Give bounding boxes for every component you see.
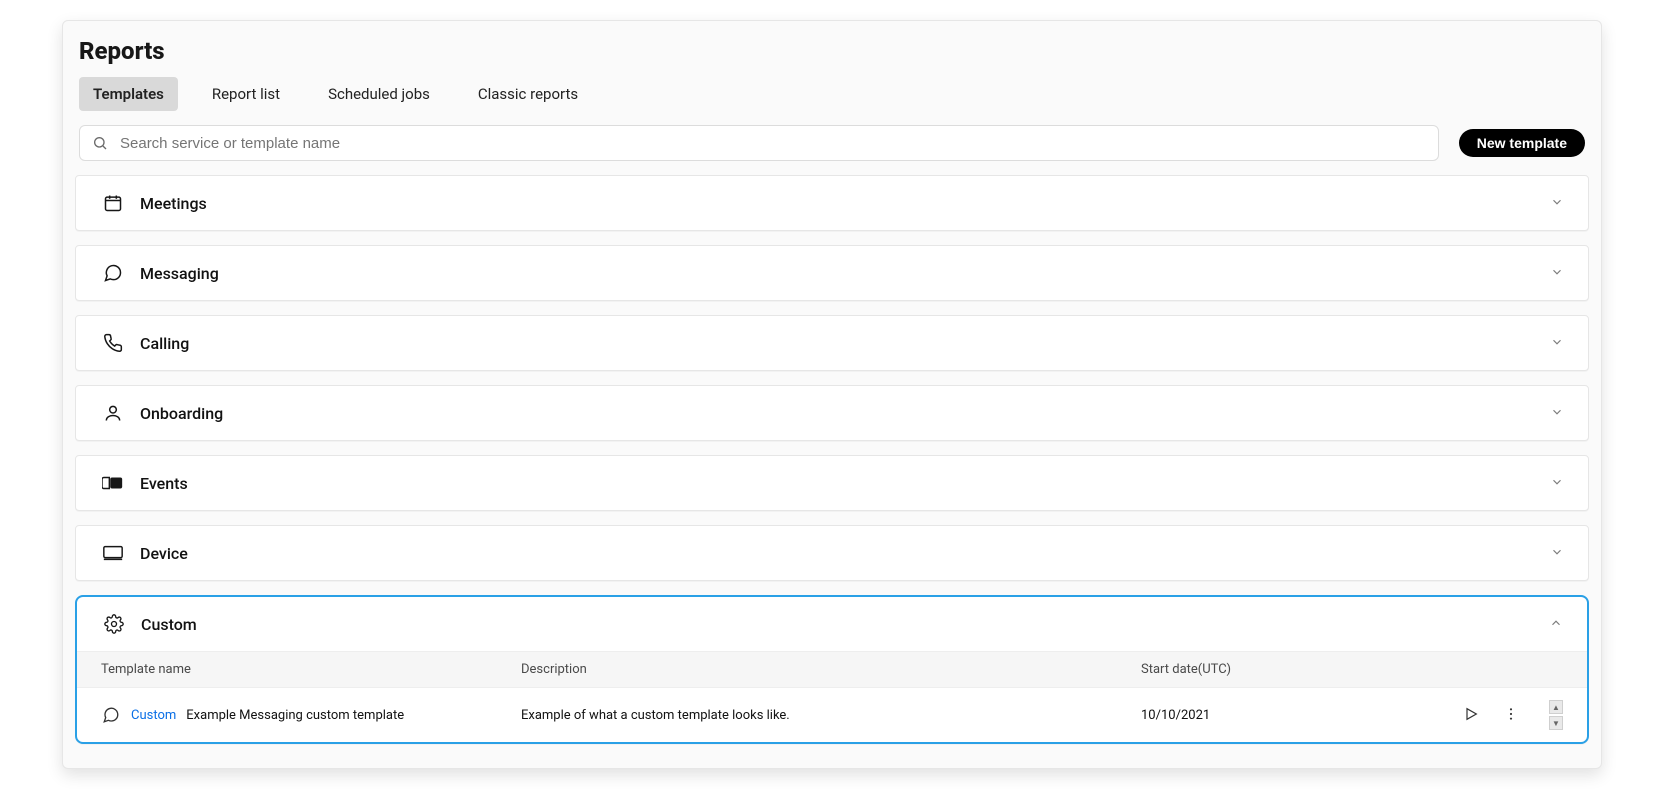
chevron-down-icon — [1550, 544, 1564, 563]
group-label: Custom — [141, 615, 1549, 634]
chevron-down-icon — [1550, 264, 1564, 283]
tab-templates[interactable]: Templates — [79, 77, 178, 111]
group-custom: Custom Template name Description Start d… — [75, 595, 1589, 744]
column-header-description: Description — [521, 662, 1141, 677]
table-row: Custom Example Messaging custom template… — [77, 687, 1587, 742]
group-meetings: Meetings — [75, 175, 1589, 231]
play-icon — [1463, 706, 1479, 722]
gear-icon — [101, 611, 127, 637]
group-label: Events — [140, 474, 1550, 493]
group-label: Calling — [140, 334, 1550, 353]
header: Reports Templates Report list Scheduled … — [63, 21, 1601, 111]
group-header-onboarding[interactable]: Onboarding — [76, 386, 1588, 440]
more-vertical-icon — [1503, 706, 1519, 722]
group-onboarding: Onboarding — [75, 385, 1589, 441]
tabs: Templates Report list Scheduled jobs Cla… — [79, 77, 1585, 111]
toolbar: New template — [63, 125, 1601, 175]
search-icon — [92, 135, 108, 151]
group-header-calling[interactable]: Calling — [76, 316, 1588, 370]
ticket-icon — [100, 470, 126, 496]
search-field[interactable] — [79, 125, 1439, 161]
phone-icon — [100, 330, 126, 356]
device-icon — [100, 540, 126, 566]
chat-icon — [100, 260, 126, 286]
tab-scheduled-jobs[interactable]: Scheduled jobs — [314, 77, 444, 111]
chevron-down-icon — [1550, 194, 1564, 213]
group-header-device[interactable]: Device — [76, 526, 1588, 580]
tab-classic-reports[interactable]: Classic reports — [464, 77, 592, 111]
new-template-button[interactable]: New template — [1459, 129, 1585, 157]
template-groups: Meetings Messaging — [63, 175, 1601, 768]
cell-template-name: Custom Example Messaging custom template — [101, 705, 521, 725]
group-messaging: Messaging — [75, 245, 1589, 301]
column-header-date: Start date(UTC) — [1141, 662, 1453, 677]
group-calling: Calling — [75, 315, 1589, 371]
cell-description: Example of what a custom template looks … — [521, 708, 1141, 723]
search-input[interactable] — [118, 134, 1426, 153]
scroll-down-button[interactable]: ▼ — [1549, 716, 1563, 730]
group-header-meetings[interactable]: Meetings — [76, 176, 1588, 230]
custom-table-header: Template name Description Start date(UTC… — [77, 651, 1587, 687]
calendar-icon — [100, 190, 126, 216]
row-actions: ▲ ▼ — [1453, 700, 1563, 730]
template-name-text: Example Messaging custom template — [186, 708, 404, 723]
cell-date: 10/10/2021 — [1141, 708, 1453, 723]
group-label: Onboarding — [140, 404, 1550, 423]
group-label: Device — [140, 544, 1550, 563]
page-title: Reports — [79, 37, 1585, 65]
group-label: Messaging — [140, 264, 1550, 283]
group-header-custom[interactable]: Custom — [77, 597, 1587, 651]
group-device: Device — [75, 525, 1589, 581]
chevron-down-icon — [1550, 474, 1564, 493]
scroll-up-button[interactable]: ▲ — [1549, 700, 1563, 714]
run-button[interactable] — [1459, 702, 1483, 729]
user-icon — [100, 400, 126, 426]
chevron-down-icon — [1550, 404, 1564, 423]
group-label: Meetings — [140, 194, 1550, 213]
column-header-name: Template name — [101, 662, 521, 677]
group-events: Events — [75, 455, 1589, 511]
group-header-messaging[interactable]: Messaging — [76, 246, 1588, 300]
tab-report-list[interactable]: Report list — [198, 77, 294, 111]
reports-page: Reports Templates Report list Scheduled … — [62, 20, 1602, 769]
group-header-events[interactable]: Events — [76, 456, 1588, 510]
chevron-down-icon — [1550, 334, 1564, 353]
custom-badge: Custom — [131, 708, 176, 723]
chat-icon — [101, 705, 121, 725]
more-actions-button[interactable] — [1499, 702, 1523, 729]
chevron-up-icon — [1549, 615, 1563, 634]
row-scroll: ▲ ▼ — [1549, 700, 1563, 730]
